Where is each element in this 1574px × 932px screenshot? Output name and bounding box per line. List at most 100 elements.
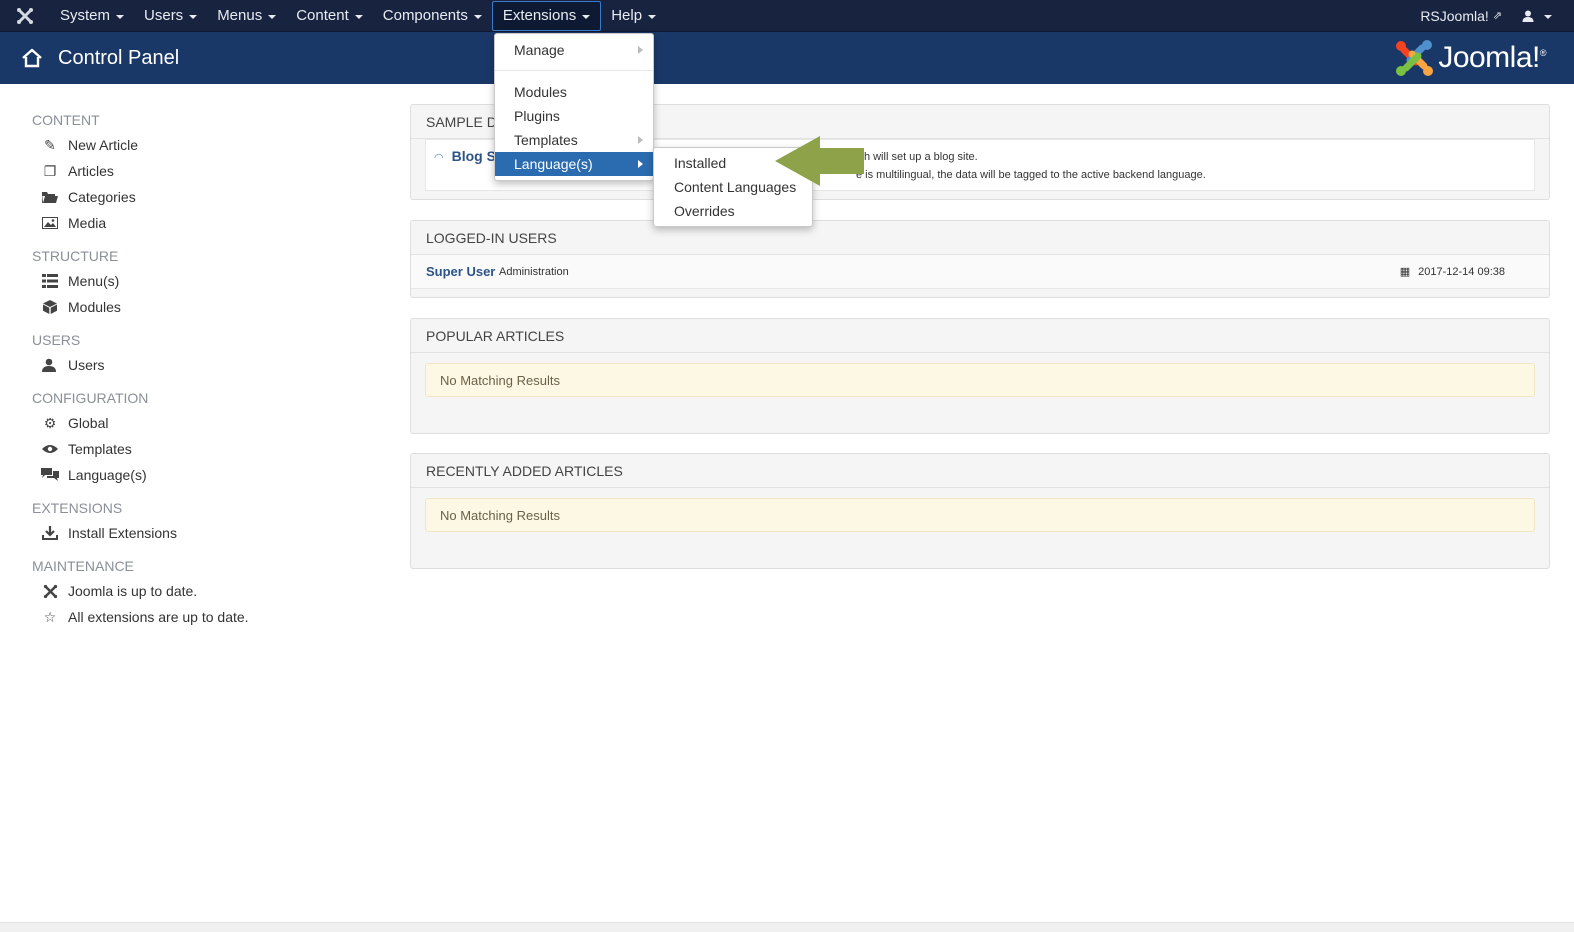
joomla-logo-icon[interactable] [0,0,50,32]
comments-icon [40,467,60,483]
sidebar-item-users[interactable]: Users [32,352,372,378]
menu-item-label: Plugins [514,108,560,124]
nav-extensions[interactable]: Extensions [491,0,602,31]
sample-description-1: ich will set up a blog site. [856,151,978,163]
user-role: Administration [499,266,569,278]
menu-item-plugins[interactable]: Plugins [495,104,653,128]
nav-components[interactable]: Components [373,0,492,32]
logged-in-users-panel: LOGGED-IN USERS Super User Administratio… [410,220,1550,298]
joomla-brand-text: Joomla!® [1438,41,1546,75]
sidebar-section-users: USERS Users [32,328,372,378]
page-title: Control Panel [58,46,180,69]
footer-bar [0,922,1574,932]
nav-menus[interactable]: Menus [207,0,286,32]
callout-arrow-icon [775,136,864,186]
nav-help-label: Help [611,7,643,24]
sidebar-item-categories[interactable]: Categories [32,184,372,210]
panel-heading: RECENTLY ADDED ARTICLES [411,454,1549,488]
copy-icon: ❐ [43,162,57,179]
sidebar-heading: USERS [32,332,81,348]
sidebar-item-label: Modules [68,299,121,315]
site-link[interactable]: RSJoomla! ⇗ [1410,0,1512,32]
caret-down-icon [582,14,591,19]
sidebar-item-articles[interactable]: ❐ Articles [32,158,372,184]
brand-label: Joomla! [1438,41,1540,74]
sidebar-section-content: CONTENT ✎ New Article ❐ Articles Categorie… [32,108,372,236]
star-icon: ☆ [43,608,57,625]
caret-down-icon [1544,14,1552,19]
sidebar-item-label: Media [68,215,107,231]
sidebar-item-media[interactable]: Media [32,210,372,236]
site-link-label: RSJoomla! [1420,7,1489,24]
panel-heading: POPULAR ARTICLES [411,319,1549,353]
sidebar-item-new-article[interactable]: ✎ New Article [32,132,372,158]
top-navbar: System Users Menus Content Components Ex… [0,0,1574,32]
menu-item-label: Modules [514,84,567,100]
sidebar-heading: CONFIGURATION [32,390,149,406]
nav-system[interactable]: System [50,0,134,32]
popular-articles-panel: POPULAR ARTICLES No Matching Results [410,318,1550,434]
sidebar-item-install-extensions[interactable]: Install Extensions [32,520,372,546]
sidebar-item-modules[interactable]: Modules [32,294,372,320]
sidebar-item-languages[interactable]: Language(s) [32,462,372,488]
nav-menus-label: Menus [217,7,263,24]
panel-heading: LOGGED-IN USERS [411,221,1549,255]
sidebar-item-label: Articles [68,163,114,179]
joomla-icon [40,583,60,599]
recent-articles-panel: RECENTLY ADDED ARTICLES No Matching Resu… [410,453,1550,569]
menu-item-modules[interactable]: Modules [495,80,653,104]
menu-item-templates[interactable]: Templates [495,128,653,152]
nav-users[interactable]: Users [134,0,207,32]
nav-system-label: System [60,7,111,24]
sidebar-item-joomla-update[interactable]: Joomla is up to date. [32,578,372,604]
download-icon [40,525,60,541]
chevron-right-icon [638,160,643,168]
home-icon [20,46,44,70]
registered-mark: ® [1539,48,1547,58]
extensions-dropdown-menu: Manage Modules Plugins Templates Languag… [494,33,654,181]
menu-divider [495,70,653,71]
menu-item-label: Installed [674,155,727,171]
sidebar-heading: CONTENT [32,112,100,128]
caret-down-icon [268,14,277,19]
sidebar-item-templates[interactable]: Templates [32,436,372,462]
sidebar-heading: EXTENSIONS [32,500,123,516]
sidebar-item-menus[interactable]: Menu(s) [32,268,372,294]
sidebar-item-extensions-update[interactable]: ☆ All extensions are up to date. [32,604,372,630]
menu-item-languages[interactable]: Language(s) [495,152,653,176]
nav-help[interactable]: Help [601,0,666,32]
menu-item-overrides[interactable]: Overrides [654,199,812,223]
cog-icon: ⚙ [43,414,57,431]
user-menu[interactable] [1512,0,1574,32]
sidebar-item-label: Joomla is up to date. [68,583,198,599]
menu-item-label: Manage [514,42,565,58]
caret-down-icon [354,14,363,19]
sidebar-section-structure: STRUCTURE Menu(s) Modules [32,244,372,320]
sidebar-item-label: Install Extensions [68,525,177,541]
menu-item-manage[interactable]: Manage [495,38,653,62]
nav-extensions-label: Extensions [502,7,577,24]
caret-down-icon [189,14,198,19]
sidebar-item-global[interactable]: ⚙ Global [32,410,372,436]
joomla-brand-icon [1396,40,1434,76]
sidebar-item-label: Users [68,357,105,373]
cube-icon [40,299,60,315]
menu-item-label: Language(s) [514,156,593,172]
no-results-message: No Matching Results [425,363,1535,397]
sidebar-section-configuration: CONFIGURATION ⚙ Global Templates Language… [32,386,372,488]
sidebar: CONTENT ✎ New Article ❐ Articles Categorie… [32,100,372,636]
menu-item-label: Overrides [674,203,735,219]
user-name-link[interactable]: Super User [426,264,495,279]
pencil-icon: ✎ [44,136,56,153]
blog-sample-label: Blog S [451,148,496,164]
chevron-right-icon [638,46,643,54]
caret-down-icon [116,14,125,19]
users-icon [40,357,60,373]
eye-icon [40,441,60,457]
nav-content[interactable]: Content [286,0,373,32]
calendar-icon: ▦ [1399,266,1411,278]
blog-sample-link[interactable]: ◠ Blog S [434,148,496,164]
menu-item-label: Templates [514,132,578,148]
sidebar-section-maintenance: MAINTENANCE Joomla is up to date. ☆ All e… [32,554,372,630]
list-icon [40,273,60,289]
